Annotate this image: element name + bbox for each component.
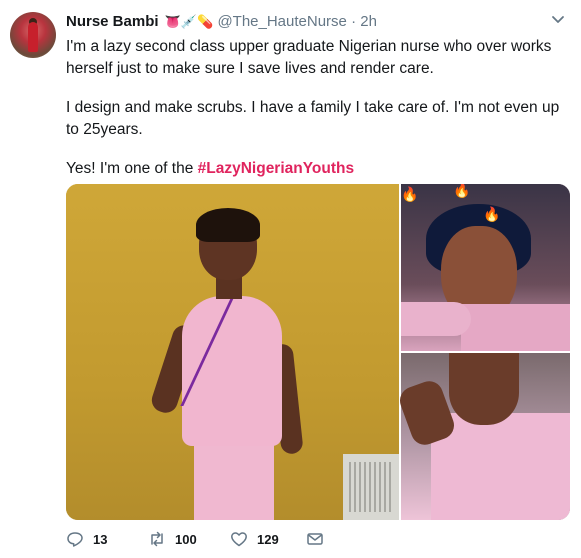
flame-icon: 🔥 — [401, 186, 419, 202]
retweet-button[interactable]: 100 — [148, 530, 197, 548]
avatar[interactable] — [10, 12, 56, 58]
direct-message-button[interactable] — [306, 530, 324, 548]
chevron-down-icon[interactable] — [551, 12, 565, 29]
air-conditioner — [343, 454, 399, 520]
heart-icon — [231, 532, 247, 547]
handle[interactable]: @The_HauteNurse — [217, 13, 346, 30]
photo-bottom-right[interactable] — [396, 353, 570, 520]
tweet: Nurse Bambi 👅💉💊 @The_HauteNurse · 2h I'm… — [0, 0, 581, 558]
action-bar: 13 100 129 — [66, 530, 566, 554]
flame-icon: 🔥 — [453, 184, 471, 198]
retweet-icon — [151, 531, 163, 547]
name-emojis: 👅💉💊 — [164, 14, 214, 29]
separator: · — [351, 13, 357, 30]
tweet-line: Yes! I'm one of the — [66, 160, 198, 177]
hashtag-link[interactable]: #LazyNigerianYouths — [198, 160, 354, 177]
tweet-text: I'm a lazy second class upper graduate N… — [66, 36, 566, 197]
timestamp[interactable]: 2h — [360, 13, 377, 30]
tweet-paragraph: I design and make scrubs. I have a famil… — [66, 99, 560, 138]
tweet-paragraph: I'm a lazy second class upper graduate N… — [66, 38, 552, 77]
retweet-count: 100 — [175, 531, 197, 547]
reply-icon — [67, 532, 83, 547]
photo-top-right[interactable]: 🔥 🔥 🔥 — [401, 184, 570, 351]
flame-icon: 🔥 — [483, 206, 501, 222]
reply-count: 13 — [93, 531, 108, 547]
envelope-icon — [307, 533, 323, 545]
media-grid: 🔥 🔥 🔥 — [66, 184, 570, 520]
tweet-header: Nurse Bambi 👅💉💊 @The_HauteNurse · 2h — [66, 13, 377, 30]
photo-main[interactable] — [66, 184, 399, 520]
display-name[interactable]: Nurse Bambi — [66, 13, 159, 30]
like-count: 129 — [257, 531, 279, 547]
like-button[interactable]: 129 — [230, 530, 279, 548]
reply-button[interactable]: 13 — [66, 530, 107, 548]
tweet-paragraph: Yes! I'm one of the #LazyNigerianYouths — [66, 158, 566, 180]
